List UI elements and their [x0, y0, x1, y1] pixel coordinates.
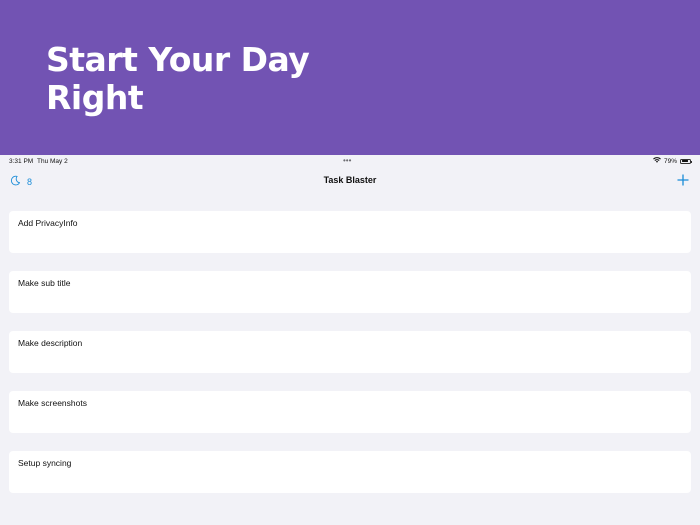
- app-store-screenshot: Start Your Day Right 3:31 PM Thu May 2 •…: [0, 0, 700, 525]
- status-time: 3:31 PM: [9, 158, 34, 165]
- task-title: Make sub title: [18, 278, 71, 288]
- device-screen: 3:31 PM Thu May 2 ••• 79% 8 Task Blaster…: [0, 155, 700, 525]
- task-card[interactable]: Setup syncing: [9, 451, 691, 493]
- battery-icon: [680, 158, 692, 164]
- status-date: Thu May 2: [37, 158, 68, 165]
- wifi-icon: [653, 157, 661, 165]
- status-indicators: 79%: [653, 157, 692, 165]
- task-card[interactable]: Add PrivacyInfo: [9, 211, 691, 253]
- plus-icon: [677, 173, 689, 190]
- multitasking-dots[interactable]: •••: [343, 156, 351, 165]
- task-card[interactable]: Make screenshots: [9, 391, 691, 433]
- battery-fill: [681, 160, 688, 162]
- add-task-button[interactable]: [677, 173, 689, 186]
- task-title: Make description: [18, 338, 83, 348]
- task-title: Add PrivacyInfo: [18, 218, 78, 228]
- navigation-bar: 8 Task Blaster: [0, 167, 700, 195]
- task-card[interactable]: Make sub title: [9, 271, 691, 313]
- promo-headline: Start Your Day Right: [46, 40, 310, 117]
- task-title: Make screenshots: [18, 398, 87, 408]
- task-list: Add PrivacyInfo Make sub title Make desc…: [9, 211, 691, 511]
- task-title: Setup syncing: [18, 458, 72, 468]
- nav-title: Task Blaster: [323, 175, 377, 185]
- task-card[interactable]: Make description: [9, 331, 691, 373]
- battery-percent: 79%: [663, 157, 677, 165]
- status-bar: 3:31 PM Thu May 2 ••• 79%: [0, 155, 700, 167]
- promo-banner: Start Your Day Right: [0, 0, 700, 155]
